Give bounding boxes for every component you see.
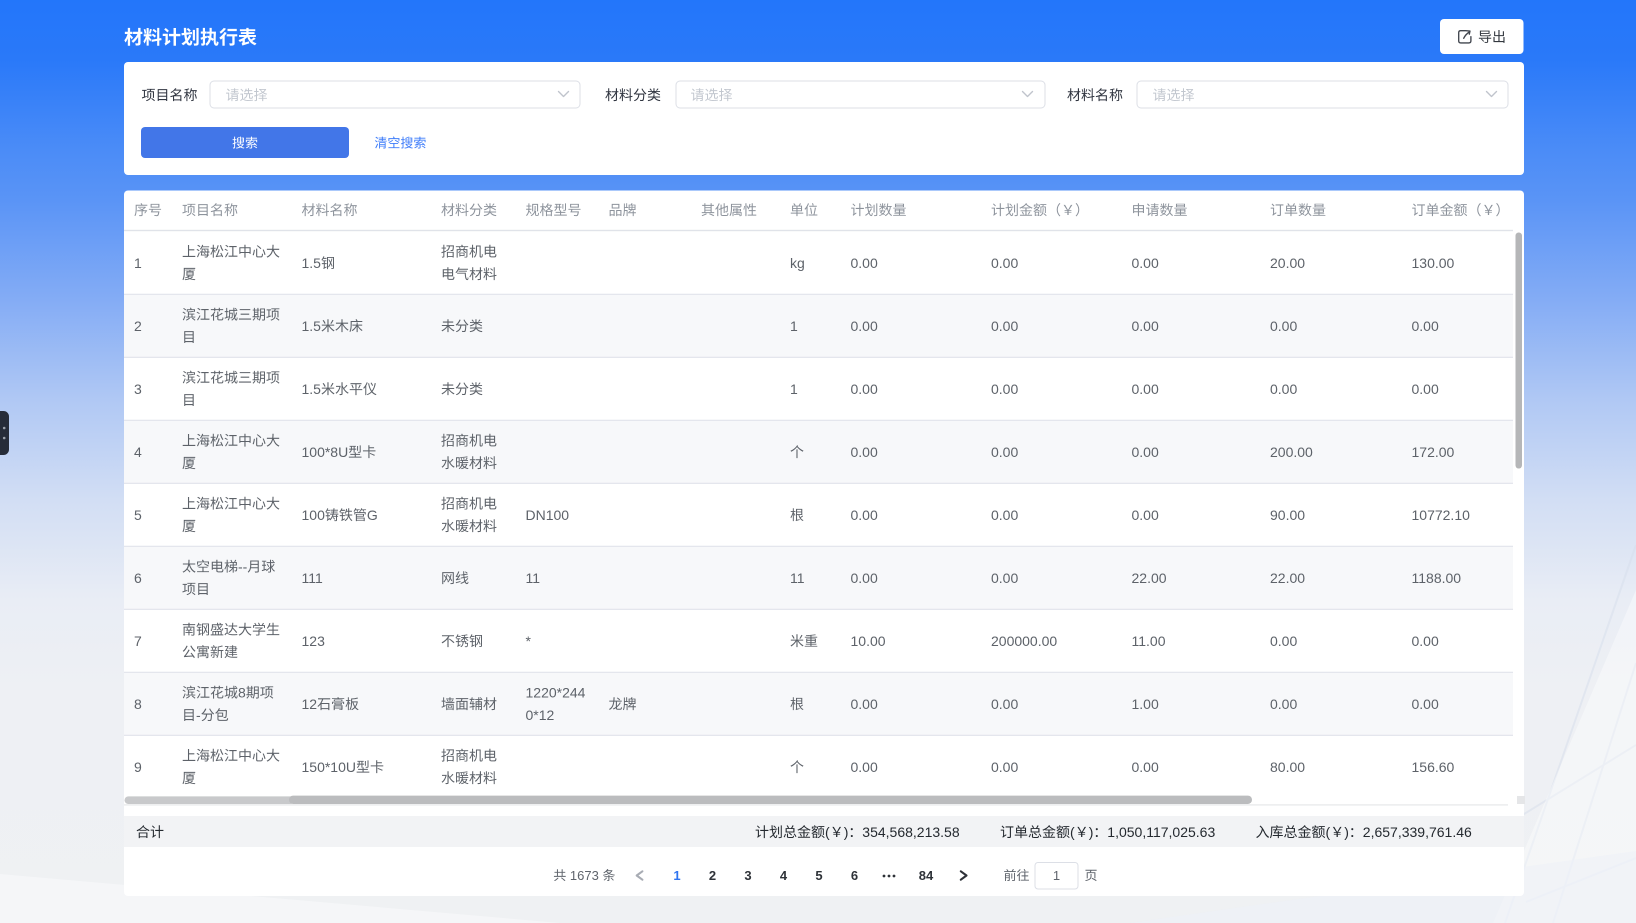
svg-text:0.00: 0.00 [1270, 381, 1297, 397]
svg-text:8: 8 [238, 685, 246, 701]
svg-text:20.00: 20.00 [1270, 255, 1305, 271]
svg-text:(: ( [825, 824, 830, 840]
svg-text:10772.10: 10772.10 [1412, 507, 1471, 523]
svg-text:-: - [196, 707, 201, 723]
svg-text:1.5: 1.5 [302, 255, 322, 271]
svg-text:0.00: 0.00 [851, 507, 878, 523]
svg-text:130.00: 130.00 [1412, 255, 1455, 271]
svg-text:2: 2 [709, 868, 716, 883]
svg-text:(: ( [1326, 824, 1331, 840]
svg-text:1: 1 [790, 318, 798, 334]
svg-text:0.00: 0.00 [991, 381, 1018, 397]
svg-text:0.00: 0.00 [851, 255, 878, 271]
svg-text:1: 1 [673, 868, 680, 883]
svg-text:0.00: 0.00 [1412, 318, 1439, 334]
svg-text:0.00: 0.00 [991, 696, 1018, 712]
svg-text:kg: kg [790, 255, 805, 271]
svg-text:0.00: 0.00 [851, 318, 878, 334]
svg-text:0.00: 0.00 [991, 759, 1018, 775]
svg-text:0.00: 0.00 [851, 444, 878, 460]
svg-text:84: 84 [919, 868, 934, 883]
svg-text:): ) [844, 824, 849, 840]
svg-text:0.00: 0.00 [991, 507, 1018, 523]
svg-text:90.00: 90.00 [1270, 507, 1305, 523]
svg-text:0.00: 0.00 [991, 255, 1018, 271]
svg-text:0*12: 0*12 [526, 707, 555, 723]
svg-text:1,050,117,025.63: 1,050,117,025.63 [1107, 824, 1215, 840]
svg-text:1: 1 [1053, 868, 1060, 883]
svg-text:0.00: 0.00 [991, 570, 1018, 586]
svg-text:): ) [1089, 824, 1094, 840]
svg-text:): ) [1344, 824, 1349, 840]
svg-text:3: 3 [744, 868, 751, 883]
svg-text:0.00: 0.00 [1270, 696, 1297, 712]
svg-text:0.00: 0.00 [1412, 633, 1439, 649]
svg-text:1.5: 1.5 [302, 318, 322, 334]
svg-text:0.00: 0.00 [1132, 759, 1159, 775]
svg-text:0.00: 0.00 [1132, 381, 1159, 397]
svg-text:0.00: 0.00 [851, 381, 878, 397]
svg-text:5: 5 [134, 507, 142, 523]
svg-text:1: 1 [790, 381, 798, 397]
svg-text:G: G [367, 507, 378, 523]
svg-text:80.00: 80.00 [1270, 759, 1305, 775]
svg-text:1.5: 1.5 [302, 381, 322, 397]
svg-text:1673: 1673 [570, 868, 599, 883]
svg-text:11: 11 [526, 570, 541, 586]
svg-text:0.00: 0.00 [851, 759, 878, 775]
svg-text:(: ( [1070, 824, 1075, 840]
svg-text:0.00: 0.00 [1132, 255, 1159, 271]
svg-text:0.00: 0.00 [991, 318, 1018, 334]
svg-text:7: 7 [134, 633, 142, 649]
svg-text:0.00: 0.00 [1132, 318, 1159, 334]
svg-text:0.00: 0.00 [1132, 507, 1159, 523]
svg-text:12: 12 [302, 696, 318, 712]
svg-text:172.00: 172.00 [1412, 444, 1455, 460]
svg-text:100*8U: 100*8U [302, 444, 349, 460]
svg-text:5: 5 [815, 868, 822, 883]
svg-text:150*10U: 150*10U [302, 759, 357, 775]
svg-text:22.00: 22.00 [1270, 570, 1305, 586]
svg-text:0.00: 0.00 [1270, 318, 1297, 334]
svg-text:4: 4 [780, 868, 788, 883]
svg-text:0.00: 0.00 [991, 444, 1018, 460]
svg-text:11.00: 11.00 [1132, 633, 1166, 649]
svg-text:6: 6 [134, 570, 142, 586]
svg-text:0.00: 0.00 [1412, 381, 1439, 397]
svg-text:0.00: 0.00 [1270, 633, 1297, 649]
svg-text:3: 3 [134, 381, 142, 397]
svg-text:1: 1 [134, 255, 142, 271]
svg-text:1220*244: 1220*244 [526, 685, 586, 701]
svg-text:123: 123 [302, 633, 326, 649]
svg-text:2: 2 [134, 318, 142, 334]
svg-text:100: 100 [302, 507, 326, 523]
svg-text:10.00: 10.00 [851, 633, 886, 649]
svg-text:111: 111 [302, 570, 323, 586]
svg-text:4: 4 [134, 444, 142, 460]
svg-text:11: 11 [790, 570, 805, 586]
svg-text:156.60: 156.60 [1412, 759, 1455, 775]
svg-text:9: 9 [134, 759, 142, 775]
svg-text:1.00: 1.00 [1132, 696, 1159, 712]
svg-text:8: 8 [134, 696, 142, 712]
svg-text:0.00: 0.00 [1132, 444, 1159, 460]
svg-text:*: * [526, 633, 532, 649]
svg-text:0.00: 0.00 [1412, 696, 1439, 712]
svg-text:--: -- [238, 559, 248, 575]
svg-text:200.00: 200.00 [1270, 444, 1313, 460]
svg-text:0.00: 0.00 [851, 570, 878, 586]
svg-text:354,568,213.58: 354,568,213.58 [862, 824, 960, 840]
svg-text:200000.00: 200000.00 [991, 633, 1057, 649]
svg-text:0.00: 0.00 [851, 696, 878, 712]
svg-text:22.00: 22.00 [1132, 570, 1167, 586]
svg-text:1188.00: 1188.00 [1412, 570, 1462, 586]
svg-text:6: 6 [851, 868, 858, 883]
svg-text:DN100: DN100 [526, 507, 570, 523]
svg-text:2,657,339,761.46: 2,657,339,761.46 [1363, 824, 1472, 840]
